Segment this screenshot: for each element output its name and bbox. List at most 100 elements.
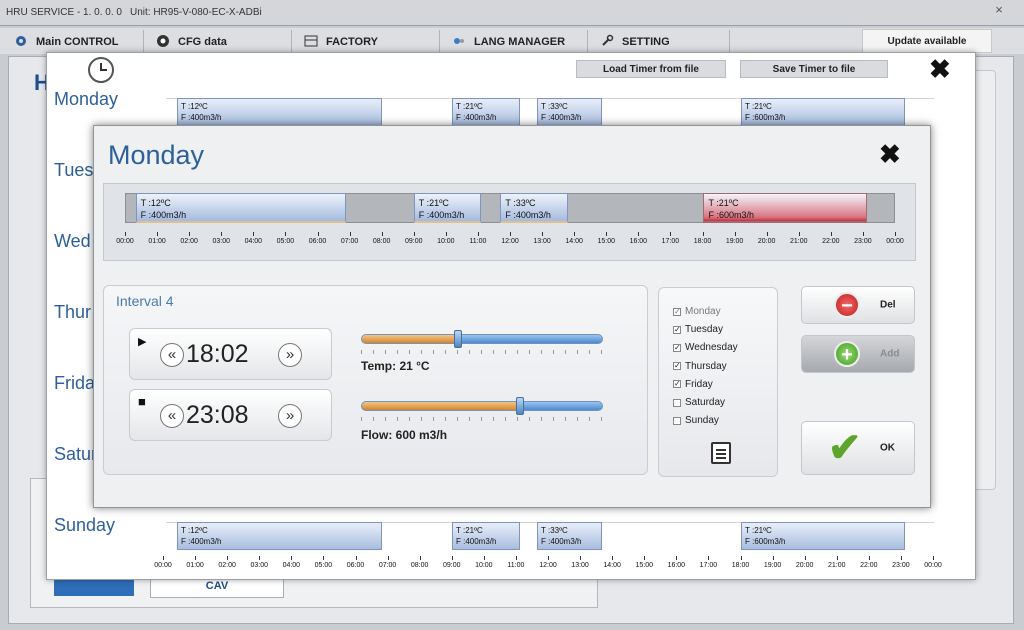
factory-icon	[304, 34, 320, 50]
dialog-close-button[interactable]: ✖	[879, 141, 901, 167]
slider-tick	[505, 417, 506, 421]
axis-tick	[612, 556, 614, 560]
axis-tick	[291, 556, 293, 560]
axis-tick	[221, 232, 223, 236]
monday-interval[interactable]: T :21ºC F :600m3/h	[741, 98, 905, 126]
plus-icon: +	[834, 341, 860, 367]
day-checkbox-friday[interactable]: ✓ Friday	[673, 379, 713, 390]
temperature-label: Temp: 21 °C	[361, 359, 430, 373]
axis-tick-label: 20:00	[757, 238, 776, 245]
interval-flow: F :400m3/h	[140, 210, 187, 220]
axis-tick-label: 16:00	[667, 562, 686, 569]
checkbox[interactable]: ✓	[673, 325, 681, 334]
add-interval-button[interactable]: + Add	[801, 335, 915, 373]
temperature-slider-handle[interactable]	[454, 330, 462, 348]
dialog-time-axis: 00:00 01:00 02:00 03:00 04:00 05:00 06:00 07:00…	[116, 232, 904, 248]
checkbox[interactable]: ✓	[673, 307, 681, 316]
tab-main-control[interactable]: Main CONTROL	[4, 30, 144, 54]
axis-tick-label: 04:00	[282, 562, 301, 569]
language-icon	[452, 34, 468, 50]
checkbox[interactable]: ✓	[673, 362, 681, 371]
sunday-interval[interactable]: T :33ºC F :400m3/h	[537, 522, 602, 550]
sunday-interval[interactable]: T :21ºC F :400m3/h	[452, 522, 520, 550]
checkbox[interactable]	[673, 416, 681, 425]
temperature-slider[interactable]	[361, 330, 603, 348]
axis-tick-label: 17:00	[699, 562, 718, 569]
end-time-decrement-button[interactable]: «	[160, 404, 184, 428]
flow-slider[interactable]	[361, 397, 603, 415]
checkbox[interactable]: ✓	[673, 380, 681, 389]
monday-interval[interactable]: T :21ºC F :400m3/h	[452, 98, 520, 126]
slider-tick	[385, 417, 386, 421]
flow-slider-handle[interactable]	[516, 397, 525, 415]
day-checkbox-thursday[interactable]: ✓ Thursday	[673, 361, 727, 372]
end-time-value[interactable]: 23:08	[186, 401, 249, 430]
axis-tick	[574, 232, 576, 236]
axis-tick	[355, 556, 357, 560]
week-close-button[interactable]: ✖	[929, 56, 951, 82]
window-close-button[interactable]: ×	[990, 2, 1008, 18]
interval-temp: T :12ºC	[140, 198, 171, 208]
copy-document-icon[interactable]	[711, 442, 731, 464]
axis-tick-label: 00:00	[924, 562, 942, 569]
save-timer-button[interactable]: Save Timer to file	[740, 60, 888, 78]
day-checkbox-tuesday[interactable]: ✓ Tuesday	[673, 324, 723, 335]
axis-tick	[259, 556, 261, 560]
axis-tick	[895, 232, 896, 236]
day-checkbox-monday[interactable]: ✓ Monday	[673, 306, 721, 317]
start-time-value[interactable]: 18:02	[186, 340, 249, 369]
day-checkbox-label: Monday	[685, 306, 721, 317]
minus-icon: −	[834, 292, 860, 318]
tab-lang-manager[interactable]: LANG MANAGER	[442, 30, 588, 54]
slider-tick	[577, 417, 578, 421]
tab-factory[interactable]: FACTORY	[294, 30, 440, 54]
start-time-decrement-button[interactable]: «	[160, 343, 184, 367]
axis-tick-label: 14:00	[603, 562, 621, 569]
tab-setting[interactable]: SETTING	[590, 30, 730, 54]
sunday-interval[interactable]: T :21ºC F :600m3/h	[741, 522, 905, 550]
timeline-interval[interactable]: T :12ºC F :400m3/h	[135, 193, 347, 223]
axis-tick	[670, 232, 672, 236]
axis-tick-label: 22:00	[822, 238, 840, 245]
slider-tick	[409, 417, 410, 421]
tab-label: Main CONTROL	[36, 36, 119, 48]
timeline-interval[interactable]: T :21ºC F :400m3/h	[413, 193, 482, 223]
axis-tick	[772, 556, 774, 560]
ok-button[interactable]: ✔ OK	[801, 421, 915, 475]
day-label-monday[interactable]: Monday	[54, 89, 118, 110]
monday-interval[interactable]: T :33ºC F :400m3/h	[537, 98, 602, 126]
axis-tick	[381, 232, 383, 236]
day-checkbox-wednesday[interactable]: ✓ Wednesday	[673, 342, 738, 353]
day-checkbox-saturday[interactable]: Saturday	[673, 397, 725, 408]
slider-tick	[445, 417, 446, 421]
tab-cfg-data[interactable]: CFG data	[146, 30, 292, 54]
timeline-interval[interactable]: T :33ºC F :400m3/h	[500, 193, 568, 223]
dialog-title: Monday	[108, 140, 205, 170]
temperature-slider-ticks	[361, 350, 603, 356]
flow-slider-fill	[362, 402, 521, 410]
end-time-increment-button[interactable]: »	[278, 404, 302, 428]
selected-interval[interactable]: T :21ºC F :600m3/h	[703, 193, 868, 223]
day-label-tuesday[interactable]: Tues	[54, 160, 93, 181]
day-label-saturday[interactable]: Satur	[54, 444, 97, 465]
start-time-increment-button[interactable]: »	[278, 343, 302, 367]
load-timer-button[interactable]: Load Timer from file	[576, 60, 726, 78]
sunday-interval[interactable]: T :12ºC F :400m3/h	[177, 522, 382, 550]
day-checkbox-sunday[interactable]: Sunday	[673, 415, 719, 426]
day-label-sunday[interactable]: Sunday	[54, 515, 115, 536]
slider-tick	[493, 417, 494, 421]
day-label-thursday[interactable]: Thur	[54, 302, 91, 323]
axis-tick	[413, 232, 415, 236]
day-label-friday[interactable]: Frida	[54, 373, 95, 394]
update-available-button[interactable]: Update available	[862, 29, 992, 53]
slider-tick	[541, 417, 542, 421]
slider-tick	[505, 350, 506, 354]
monday-interval[interactable]: T :12ºC F :400m3/h	[177, 98, 382, 126]
checkbox[interactable]: ✓	[673, 343, 681, 352]
day-checkbox-label: Wednesday	[685, 342, 738, 354]
checkbox[interactable]	[673, 398, 681, 407]
delete-interval-button[interactable]: − Del	[801, 286, 915, 324]
axis-tick	[868, 556, 870, 560]
axis-tick-label: 02:00	[180, 238, 198, 245]
day-label-wednesday[interactable]: Wed	[54, 231, 91, 252]
